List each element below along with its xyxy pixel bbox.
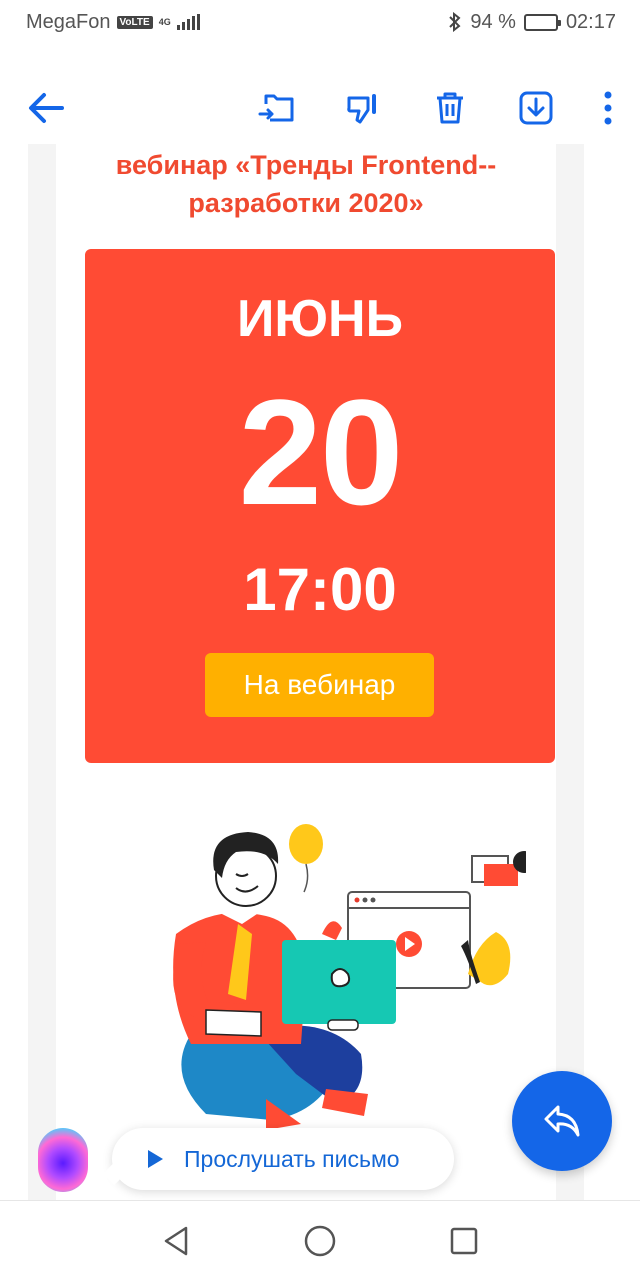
status-left: MegaFon VoLTE 4G	[26, 11, 200, 34]
email-body: вебинар «Тренды Frontend-- разработки 20…	[28, 144, 584, 1200]
event-month: ИЮНЬ	[237, 290, 403, 348]
arrow-left-icon	[29, 93, 64, 123]
status-right: 94 % 02:17	[448, 11, 616, 34]
move-to-folder-button[interactable]	[254, 84, 302, 132]
balloon	[289, 824, 323, 864]
delete-icon	[437, 92, 463, 124]
mail-toolbar	[0, 72, 640, 144]
email-content: вебинар «Тренды Frontend-- разработки 20…	[56, 144, 556, 1200]
spam-button[interactable]	[340, 84, 388, 132]
back-button[interactable]	[22, 84, 70, 132]
voice-assistant-icon[interactable]	[38, 1128, 88, 1192]
event-day: 20	[238, 368, 404, 536]
nav-back-button[interactable]	[156, 1221, 196, 1261]
more-button[interactable]	[598, 84, 618, 132]
date-card: ИЮНЬ 20 17:00 На вебинар	[85, 249, 555, 763]
home-circle-icon	[304, 1225, 336, 1256]
reply-button[interactable]	[512, 1071, 612, 1171]
save-icon	[519, 91, 553, 125]
event-time: 17:00	[243, 556, 397, 623]
play-icon	[148, 1150, 163, 1168]
more-icon	[604, 91, 612, 125]
battery-icon	[523, 13, 561, 31]
clock: 02:17	[565, 10, 616, 33]
battery-percent: 94 %	[470, 10, 516, 33]
reply-icon	[544, 1105, 580, 1137]
recents-square-icon	[450, 1227, 478, 1254]
toolbar-actions	[254, 84, 618, 132]
delete-button[interactable]	[426, 84, 474, 132]
listen-email-button[interactable]: Прослушать письмо	[102, 1128, 454, 1190]
mail-app-screen: MegaFon VoLTE 4G 94 % 02:17 вебинар «Тре…	[0, 0, 640, 1280]
webinar-headline: вебинар «Тренды Frontend-- разработки 20…	[115, 150, 497, 218]
network-type: 4G	[158, 16, 171, 27]
developer-illustration	[173, 824, 526, 1130]
nav-home-button[interactable]	[300, 1221, 340, 1261]
back-triangle-icon	[164, 1226, 188, 1255]
signal-icon	[176, 14, 200, 30]
listen-email-label: Прослушать письмо	[184, 1145, 400, 1172]
carrier-name: MegaFon	[26, 10, 111, 33]
nav-recents-button[interactable]	[444, 1221, 484, 1261]
system-nav-bar	[0, 1200, 640, 1280]
join-webinar-button[interactable]: На вебинар	[205, 653, 434, 717]
move-to-folder-icon	[258, 94, 294, 122]
bluetooth-icon	[449, 12, 461, 32]
spam-icon	[347, 94, 376, 124]
save-button[interactable]	[512, 84, 560, 132]
status-bar: MegaFon VoLTE 4G 94 % 02:17	[0, 0, 640, 44]
volte-badge: VoLTE	[116, 15, 153, 29]
